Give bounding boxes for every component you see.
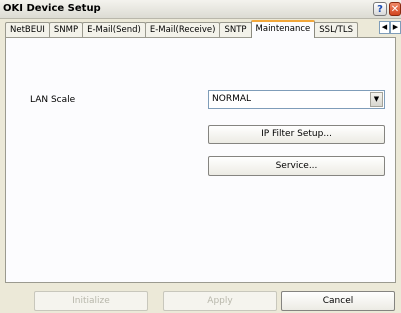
lan-scale-value: NORMAL xyxy=(212,94,252,104)
window-title: OKI Device Setup xyxy=(3,3,101,14)
tab-netbeui[interactable]: NetBEUI xyxy=(5,22,50,38)
tab-ssl-tls[interactable]: SSL/TLS xyxy=(314,22,358,38)
tab-strip: NetBEUI SNMP E-Mail(Send) E-Mail(Receive… xyxy=(5,20,377,38)
lan-scale-select[interactable]: NORMAL ▼ xyxy=(208,90,385,109)
close-icon[interactable]: ✕ xyxy=(389,2,401,16)
help-icon[interactable]: ? xyxy=(373,2,387,16)
tab-sntp[interactable]: SNTP xyxy=(219,22,252,38)
tab-maintenance[interactable]: Maintenance xyxy=(250,20,316,38)
tab-email-receive[interactable]: E-Mail(Receive) xyxy=(144,22,221,38)
tab-email-send[interactable]: E-Mail(Send) xyxy=(82,22,146,38)
apply-button[interactable]: Apply xyxy=(163,291,277,311)
tab-scroll-left-icon[interactable]: ◀ xyxy=(379,21,390,34)
lan-scale-label: LAN Scale xyxy=(30,95,76,105)
cancel-button[interactable]: Cancel xyxy=(281,291,395,311)
title-bar: OKI Device Setup ? ✕ xyxy=(0,0,401,19)
service-button[interactable]: Service... xyxy=(208,156,385,176)
ip-filter-setup-button[interactable]: IP Filter Setup... xyxy=(208,125,385,144)
chevron-down-icon[interactable]: ▼ xyxy=(370,92,383,107)
initialize-button[interactable]: Initialize xyxy=(34,291,148,311)
tab-scroll-right-icon[interactable]: ▶ xyxy=(390,21,401,34)
tab-snmp[interactable]: SNMP xyxy=(48,22,84,38)
